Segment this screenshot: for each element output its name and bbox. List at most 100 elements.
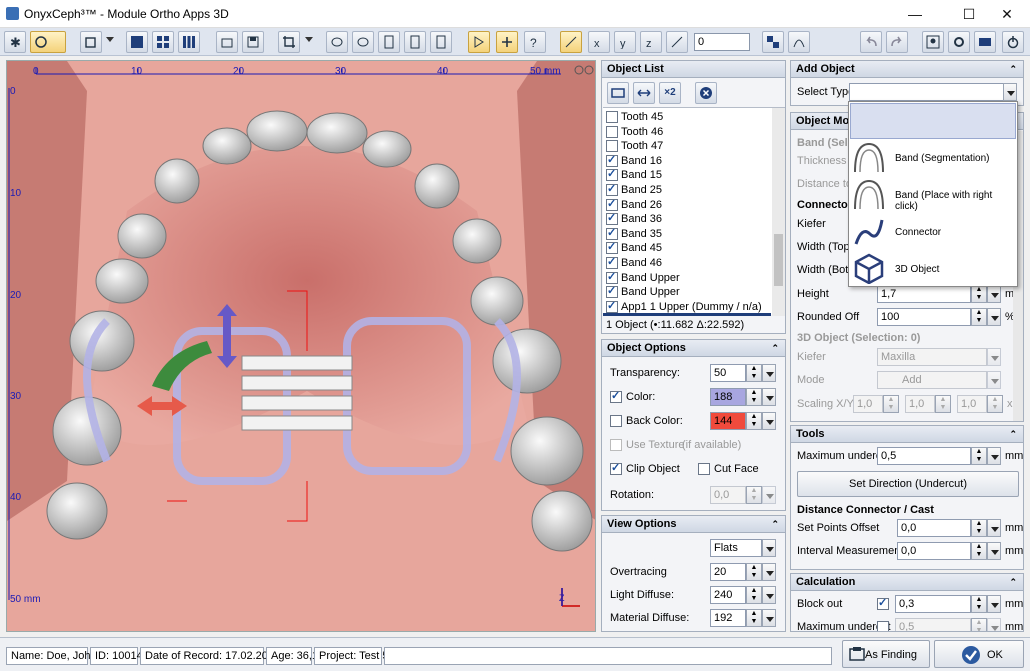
collapse-icon[interactable]: ⌃ [1009,574,1017,590]
list-item[interactable]: Band 16 [606,153,662,169]
interval-input[interactable]: 0,0 [897,542,971,560]
3d-viewport[interactable]: Z [6,60,596,632]
transparency-spinner[interactable]: ▲ ▼ [746,364,762,382]
quad-view-icon[interactable] [152,31,174,53]
glasses-icon[interactable] [574,64,594,76]
list-item[interactable]: Band 46 [606,255,662,271]
checker-icon[interactable] [762,31,784,53]
move-horizontal-icon[interactable] [633,82,655,104]
appliance-checkbox[interactable] [606,299,618,313]
scaling-x-spinner[interactable]: ▲ ▼ [883,395,899,413]
overtracing-input[interactable]: 20 [710,563,746,581]
undo-icon[interactable] [860,31,882,53]
mode-select[interactable]: Add [877,371,987,389]
rotation-input[interactable]: 0,0 [710,486,746,504]
single-view-icon[interactable] [126,31,148,53]
back-color-spinner[interactable]: ▲ ▼ [746,412,762,430]
list-item[interactable]: Tooth 47 [606,139,663,154]
calc-max-undercut-spinner[interactable]: ▲ ▼ [971,618,987,631]
scaling-z-spinner[interactable]: ▲ ▼ [987,395,1003,413]
material-diffuse-spinner[interactable]: ▲ ▼ [746,609,762,627]
jaw-lower-icon[interactable] [352,31,374,53]
max-undercut-dropdown[interactable] [987,447,1001,465]
save-icon[interactable] [242,31,264,53]
list-item[interactable]: Band Upper [606,284,680,300]
light-diffuse-dropdown[interactable] [762,586,776,604]
keyboard-icon[interactable] [974,31,996,53]
patient-icon[interactable] [922,31,944,53]
band-25-checkbox[interactable] [606,182,618,197]
transparency-input[interactable]: 50 [710,364,746,382]
kiefer-dropdown[interactable] [987,348,1001,366]
list-item[interactable]: Band Upper [606,270,680,286]
collapse-icon[interactable]: ⌃ [1009,426,1017,442]
scaling-y-spinner[interactable]: ▲ ▼ [935,395,951,413]
cut-face-checkbox[interactable] [698,463,710,475]
delete-icon[interactable] [695,82,717,104]
list-item[interactable]: Tooth 45 [606,110,663,125]
settings-icon[interactable]: ✱ [4,31,26,53]
crop-icon[interactable] [278,31,300,53]
minimize-button[interactable]: — [892,0,938,28]
select-type-popup[interactable]: Band (Segmentation) Band (Place with rig… [848,101,1018,287]
scaling-z-input[interactable]: 1,0 [957,395,987,413]
color-dropdown[interactable] [762,388,776,406]
document-edit-icon[interactable] [404,31,426,53]
back-color-dropdown[interactable] [762,412,776,430]
ok-button[interactable]: OK [934,640,1024,668]
open-icon[interactable] [216,31,238,53]
set-points-input[interactable]: 0,0 [897,519,971,537]
power-icon[interactable] [1002,31,1024,53]
color-checkbox[interactable] [610,389,622,403]
render-mode-dropdown[interactable] [762,539,776,557]
tooth-46-checkbox[interactable] [606,125,618,138]
block-out-spinner[interactable]: ▲ ▼ [971,595,987,613]
band-16-checkbox[interactable] [606,153,618,167]
rotation-dropdown[interactable] [762,486,776,504]
back-color-input[interactable]: 144 [710,412,746,430]
transparency-dropdown[interactable] [762,364,776,382]
interval-spinner[interactable]: ▲ ▼ [971,542,987,560]
close-button[interactable]: ✕ [984,0,1030,28]
band-46-checkbox[interactable] [606,255,618,270]
popup-item-3d-object[interactable]: 3D Object [895,264,939,275]
axis-x-icon[interactable]: x [588,31,610,53]
axis-rotate-icon[interactable] [666,31,688,53]
document-save-icon[interactable] [430,31,452,53]
max-undercut-input[interactable]: 0,5 [877,447,971,465]
edit-object-icon[interactable] [607,82,629,104]
list-item[interactable]: Band 36 [606,211,662,227]
tooth-47-checkbox[interactable] [606,140,618,153]
light-diffuse-spinner[interactable]: ▲ ▼ [746,586,762,604]
scrollbar[interactable] [772,108,785,316]
band-45-checkbox[interactable] [606,240,618,255]
list-item[interactable]: Tooth 46 [606,125,663,140]
arch-icon[interactable] [788,31,810,53]
cursor-select-icon[interactable] [468,31,490,53]
document-icon[interactable] [378,31,400,53]
material-diffuse-input[interactable]: 192 [710,609,746,627]
scaling-y-input[interactable]: 1,0 [905,395,935,413]
band-35-checkbox[interactable] [606,226,618,240]
toolbar-spin-input[interactable]: 0 [694,33,750,51]
collapse-icon[interactable]: ⌃ [771,340,779,356]
select-type-dropdown[interactable] [1003,83,1017,101]
kiefer-select[interactable]: Maxilla [877,348,987,366]
height-input[interactable]: 1,7 [877,285,971,303]
set-direction-button[interactable]: Set Direction (Undercut) [797,471,1019,497]
cube-icon[interactable] [80,31,102,53]
object-list[interactable]: Tooth 45 Tooth 46 Tooth 47 Band 16 Band … [603,107,785,316]
axis-icon[interactable] [560,31,582,53]
list-item[interactable]: Band 25 [606,182,662,198]
block-out-checkbox[interactable] [877,596,889,610]
rounded-off-input[interactable]: 100 [877,308,971,326]
gear-icon[interactable] [948,31,970,53]
dental-model-render[interactable]: Z [7,61,596,632]
calc-max-undercut-checkbox[interactable] [877,621,889,631]
scaling-x-input[interactable]: 1,0 [853,395,883,413]
select-type-input[interactable] [849,83,1005,101]
grid-view-icon[interactable] [178,31,200,53]
list-item[interactable]: Band 15 [606,167,662,183]
render-mode-select[interactable]: Flats [710,539,762,557]
rounded-off-dropdown[interactable] [987,308,1001,326]
